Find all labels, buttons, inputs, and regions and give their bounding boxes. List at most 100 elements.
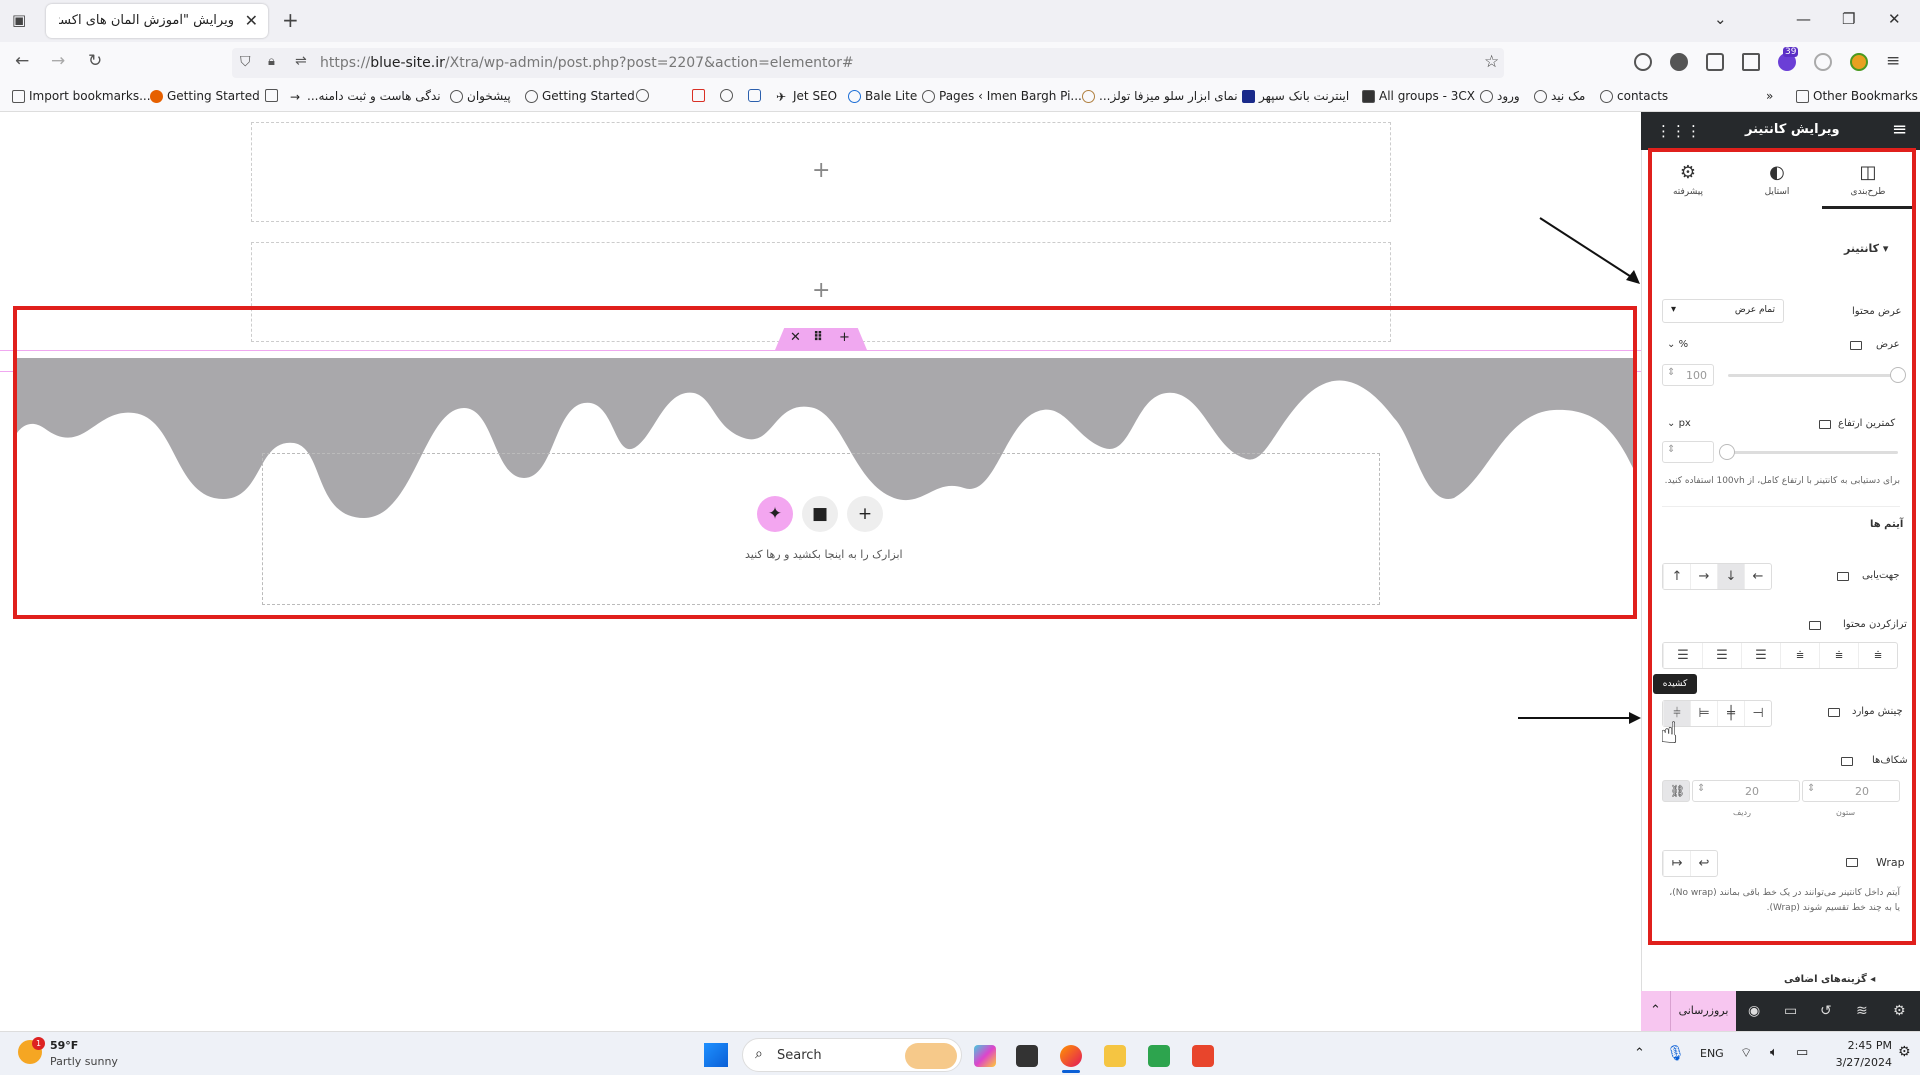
tab-list-icon[interactable]: ▣	[12, 11, 26, 29]
windows-start-icon[interactable]	[704, 1043, 728, 1067]
bookmark-other[interactable]: Other Bookmarks	[1796, 89, 1918, 103]
volume-icon[interactable]: 🔈︎	[1770, 1045, 1778, 1060]
notification-icon[interactable]: ⚙	[1898, 1044, 1911, 1060]
microphone-icon[interactable]: 🎙︎	[1666, 1044, 1685, 1062]
bookmark-login[interactable]: ورود	[1480, 89, 1520, 103]
search-box[interactable]: ⌕ Search	[742, 1038, 962, 1072]
clock-date[interactable]: 3/27/2024	[1820, 1056, 1892, 1069]
camtasia-green-icon[interactable]	[1148, 1045, 1170, 1067]
minimize-icon[interactable]: —	[1796, 10, 1811, 28]
bookmark-label: Other Bookmarks	[1813, 89, 1918, 103]
chevron-up-icon[interactable]: ⌃	[1634, 1046, 1645, 1061]
bookmarks-overflow[interactable]: »	[1766, 89, 1773, 103]
globe-icon	[525, 89, 538, 103]
forward-icon[interactable]: →	[51, 51, 65, 71]
responsive-icon[interactable]: ▭	[1784, 1003, 1797, 1019]
browser-tab[interactable]: ویرایش "آموزش المان های اکسترا – ✕	[46, 4, 268, 38]
bank-icon	[1242, 89, 1255, 103]
navigator-layers-icon[interactable]: ≋	[1856, 1003, 1868, 1019]
search-highlight-icon	[905, 1043, 957, 1069]
firefox-icon	[150, 89, 163, 103]
clock-time[interactable]: 2:45 PM	[1828, 1039, 1892, 1052]
back-icon[interactable]: ←	[15, 51, 29, 71]
preview-eye-icon[interactable]: ◉	[1748, 1003, 1760, 1019]
weather-badge: 1	[32, 1037, 45, 1050]
bookmark-getting-started[interactable]: Getting Started	[150, 89, 260, 103]
language-indicator[interactable]: ENG	[1700, 1047, 1724, 1060]
copilot-icon[interactable]	[974, 1045, 996, 1067]
extension-color-icon[interactable]	[1850, 53, 1868, 71]
camtasia-red-icon[interactable]	[1192, 1045, 1214, 1067]
gmail-icon	[692, 89, 705, 102]
permissions-icon[interactable]: ⇌	[295, 53, 307, 69]
globe-icon	[1534, 89, 1547, 103]
bookmark-globe-1[interactable]	[636, 89, 649, 102]
restore-icon[interactable]: ❐	[1842, 10, 1855, 28]
bookmark-app[interactable]	[748, 89, 761, 102]
bookmark-star-icon[interactable]: ☆	[1484, 52, 1499, 72]
account-icon[interactable]	[1670, 53, 1688, 71]
bookmark-3cx[interactable]: All groups - 3CX	[1362, 89, 1475, 103]
bookmark-getting-started-2[interactable]: Getting Started	[525, 89, 635, 103]
bookmark-tools[interactable]: ...نمای ابزار سلو میزفا تولز	[1082, 89, 1238, 103]
wordpress-icon	[450, 89, 463, 103]
globe-icon	[1600, 89, 1613, 103]
bookmark-dashboard[interactable]: پیشخوان	[450, 89, 511, 103]
close-icon[interactable]: ✕	[245, 11, 258, 30]
folder-icon[interactable]	[1104, 1045, 1126, 1067]
battery-icon[interactable]: ▭	[1796, 1045, 1808, 1060]
add-element-icon[interactable]: +	[812, 278, 830, 303]
extensions-icon[interactable]	[1706, 53, 1724, 71]
apps-grid-icon[interactable]: ⋮⋮⋮	[1656, 122, 1701, 140]
chevron-down-icon[interactable]: ⌄	[1714, 10, 1727, 28]
highlight-box-panel	[1648, 148, 1916, 945]
bookmark-contacts[interactable]: contacts	[1600, 89, 1668, 103]
url-text[interactable]: https://blue-site.ir/Xtra/wp-admin/post.…	[320, 55, 854, 71]
bale-icon	[848, 89, 861, 103]
url-domain: blue-site.ir	[370, 55, 445, 71]
bookmark-bank[interactable]: اینترنت بانک سپهر	[1242, 89, 1349, 103]
bookmark-hosting[interactable]: → ...ندگی هاست و ثبت دامنه	[290, 89, 441, 104]
folder-icon	[1796, 89, 1809, 103]
window-close-icon[interactable]: ✕	[1888, 10, 1901, 28]
pocket-icon[interactable]	[1634, 53, 1652, 71]
new-tab-icon[interactable]: +	[282, 8, 299, 32]
file-explorer-dark-icon[interactable]	[1016, 1045, 1038, 1067]
firefox-icon[interactable]	[1060, 1045, 1082, 1067]
history-icon[interactable]: ↺	[1820, 1003, 1832, 1019]
lock-icon[interactable]: 🔒︎	[268, 54, 275, 69]
bookmark-label: پیشخوان	[467, 89, 511, 103]
bookmark-label: All groups - 3CX	[1379, 89, 1475, 103]
bookmark-label: اینترنت بانک سپهر	[1259, 89, 1350, 103]
bookmark-label: Jet SEO	[793, 89, 838, 103]
highlight-box-canvas	[13, 306, 1637, 619]
bookmark-label: Bale Lite	[865, 89, 918, 103]
bookmark-calendar[interactable]	[265, 89, 278, 102]
bookmark-gmail[interactable]	[692, 89, 705, 102]
add-element-icon[interactable]: +	[812, 158, 830, 183]
cloud-icon[interactable]	[1814, 53, 1832, 71]
bookmark-jet-seo[interactable]: ✈ Jet SEO	[776, 89, 838, 104]
bookmark-label: contacts	[1617, 89, 1669, 103]
menu-icon[interactable]: ≡	[1886, 51, 1900, 71]
wifi-icon[interactable]: ⌔	[1740, 1045, 1752, 1061]
shield-icon[interactable]: ⛉	[240, 54, 251, 70]
hamburger-icon[interactable]: ≡	[1892, 119, 1907, 140]
extension-badge: 39	[1783, 47, 1799, 57]
active-app-indicator	[1062, 1070, 1080, 1073]
bookmark-label: Import bookmarks...	[29, 89, 151, 103]
additional-options-toggle[interactable]: ◂ گزینه‌های اضافی	[1784, 974, 1875, 985]
reload-icon[interactable]: ↻	[88, 51, 102, 71]
settings-gear-icon[interactable]: ⚙	[1893, 1003, 1906, 1019]
bookmark-bale-lite[interactable]: Bale Lite	[848, 89, 917, 103]
bookmark-import[interactable]: Import bookmarks...	[12, 89, 151, 103]
bookmark-pages[interactable]: Pages ‹ Imen Bargh Pi...	[922, 89, 1082, 103]
chevron-up-icon[interactable]: ⌃	[1641, 991, 1671, 1031]
bookmark-mak[interactable]: مک نید	[1534, 89, 1585, 103]
crop-icon[interactable]	[1742, 53, 1760, 71]
bookmark-label: ورود	[1497, 89, 1520, 103]
bookmark-label: مک نید	[1551, 89, 1586, 103]
bookmark-globe-2[interactable]	[720, 89, 733, 102]
update-button[interactable]: بروزرسانی	[1671, 991, 1736, 1031]
bookmark-label: ...نمای ابزار سلو میزفا تولز	[1099, 89, 1238, 103]
